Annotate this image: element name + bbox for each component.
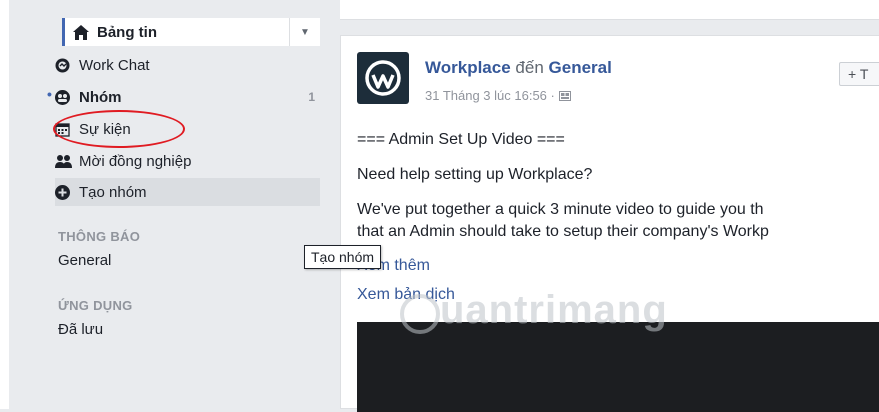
- watermark-text: uantrimang: [440, 288, 668, 332]
- chevron-down-icon[interactable]: ▼: [289, 18, 320, 46]
- sidebar-item-label: Nhóm: [79, 88, 122, 106]
- post-card: Workplace đến General 31 Tháng 3 lúc 16:…: [340, 35, 879, 412]
- sidebar-item-groups[interactable]: • Nhóm 1: [47, 83, 320, 111]
- post-timestamp: 31 Tháng 3 lúc 16:56 ·: [425, 88, 571, 103]
- audience-icon: [558, 90, 571, 102]
- sidebar-item-work-chat[interactable]: Work Chat: [55, 51, 320, 79]
- sidebar-item-label: Mời đồng nghiệp: [79, 152, 192, 170]
- to-word: đến: [515, 58, 544, 77]
- author-link[interactable]: Workplace: [425, 58, 511, 77]
- sidebar-item-invite[interactable]: Mời đồng nghiệp: [55, 147, 320, 175]
- sidebar-item-label: Work Chat: [79, 56, 150, 74]
- sidebar-item-create-group[interactable]: Tạo nhóm: [55, 178, 320, 206]
- plus-circle-icon: [55, 184, 77, 200]
- sidebar-item-saved[interactable]: Đã lưu: [58, 321, 103, 338]
- video-player[interactable]: [357, 322, 879, 412]
- workplace-logo-avatar[interactable]: [357, 52, 409, 104]
- watermark-logo: [400, 294, 440, 334]
- groups-icon: [55, 89, 77, 105]
- post-header: Workplace đến General: [425, 58, 612, 78]
- section-title-notifications: THÔNG BÁO: [58, 229, 141, 244]
- sidebar-item-news-feed[interactable]: Bảng tin ▼: [62, 18, 320, 46]
- groups-count-badge: 1: [308, 90, 315, 104]
- follow-button[interactable]: + T: [839, 62, 879, 86]
- section-title-apps: ỨNG DỤNG: [58, 298, 133, 313]
- sidebar-item-label: Tạo nhóm: [79, 183, 147, 201]
- timestamp-text[interactable]: 31 Tháng 3 lúc 16:56 ·: [425, 88, 555, 103]
- unread-dot: •: [47, 86, 52, 102]
- post-text-line: that an Admin should take to setup their…: [357, 223, 769, 240]
- sidebar-item-label: Bảng tin: [97, 23, 157, 41]
- post-text-line: We've put together a quick 3 minute vide…: [357, 201, 764, 218]
- highlight-circle: [53, 110, 185, 148]
- post-text-line: Need help setting up Workplace?: [357, 166, 593, 183]
- top-bar: [340, 0, 879, 20]
- post-text-line: === Admin Set Up Video ===: [357, 131, 565, 148]
- tooltip: Tạo nhóm: [304, 245, 382, 269]
- home-icon: [73, 24, 95, 40]
- group-link[interactable]: General: [549, 58, 612, 77]
- sidebar: Bảng tin ▼ Work Chat • Nhóm 1 Sự kiện Mờ…: [0, 0, 336, 409]
- chat-icon: [55, 58, 77, 73]
- sidebar-item-general[interactable]: General: [58, 252, 111, 269]
- people-icon: [55, 154, 77, 168]
